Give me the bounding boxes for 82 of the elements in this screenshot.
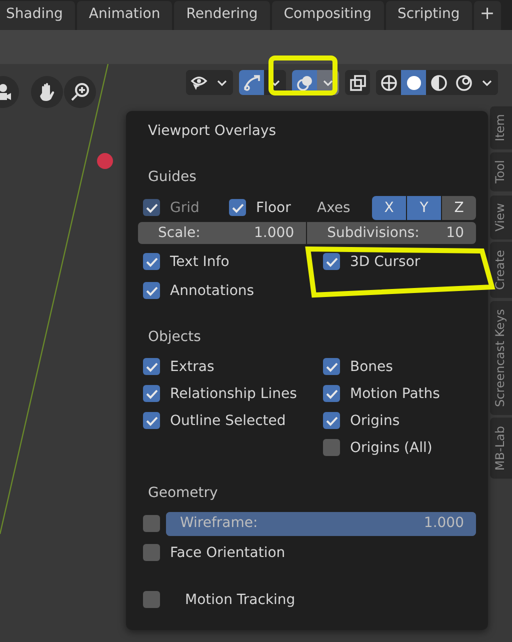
wire-sphere-icon [380, 74, 398, 92]
checkbox-label: 3D Cursor [350, 254, 420, 270]
add-tab-button[interactable]: + [474, 1, 501, 30]
scale-field[interactable]: Scale: 1.000 [138, 222, 306, 244]
sidebar-tab[interactable]: Item [490, 106, 512, 150]
popover-title: Viewport Overlays [147, 123, 278, 141]
check-icon [146, 256, 158, 266]
checkbox[interactable] [229, 199, 246, 216]
checkbox-label: Grid [170, 200, 200, 216]
half-shaded-sphere-icon [430, 74, 448, 92]
sidebar-tab[interactable]: Create [490, 242, 512, 298]
check-icon [146, 202, 158, 212]
check-icon [146, 362, 158, 372]
checkbox-label: Origins [350, 412, 400, 428]
checkbox[interactable] [323, 253, 340, 270]
checkbox[interactable] [323, 358, 340, 375]
checkbox[interactable] [143, 385, 160, 402]
caret-icon [482, 80, 492, 86]
workspace-tab[interactable]: Animation [76, 1, 172, 30]
axis-toggle[interactable]: Y [407, 196, 441, 220]
caret-icon [217, 80, 227, 86]
check-icon [146, 416, 158, 426]
zoom-icon [70, 82, 90, 102]
workspace-tab[interactable]: Compositing [272, 1, 384, 30]
check-icon [326, 388, 338, 398]
checkbox[interactable] [143, 544, 160, 561]
checkbox[interactable] [143, 412, 160, 429]
glossy-sphere-icon [454, 74, 472, 92]
checkbox-label: Outline Selected [170, 412, 286, 428]
checkbox[interactable] [323, 412, 340, 429]
workspace-tab[interactable]: Shading [0, 1, 75, 30]
wireframe-slider[interactable]: Wireframe: 1.000 [166, 512, 476, 536]
check-icon [146, 388, 158, 398]
slider-label: Wireframe: [180, 514, 258, 530]
solid-sphere-icon [404, 74, 422, 92]
checkbox[interactable] [143, 282, 160, 299]
checkbox[interactable] [143, 358, 160, 375]
checkbox[interactable] [323, 385, 340, 402]
overlapping-circles-icon [296, 74, 314, 92]
checkbox-label: Floor [256, 200, 291, 216]
axis-toggle[interactable]: Z [442, 196, 476, 220]
toolbar-button[interactable] [401, 70, 426, 95]
arc-arrow-icon [242, 74, 260, 92]
checkbox-label: Text Info [170, 254, 230, 270]
checkbox-label: Annotations [170, 282, 254, 298]
pan-button[interactable] [31, 76, 63, 108]
axis-dot-icon [97, 153, 113, 169]
checkbox-label: Motion Tracking [185, 592, 296, 608]
check-icon [326, 362, 338, 372]
overlapping-squares-icon [348, 74, 366, 92]
checkbox[interactable] [143, 591, 160, 608]
sidebar-tab[interactable]: MB-Lab [490, 418, 512, 479]
check-icon [326, 416, 338, 426]
checkbox-label: Relationship Lines [170, 386, 297, 402]
caret-icon [323, 80, 333, 86]
sidebar-tab[interactable]: Screencast Keys [490, 301, 512, 415]
checkbox[interactable] [143, 253, 160, 270]
highlight-outline [268, 55, 340, 97]
check-icon [232, 202, 244, 212]
section-heading: Geometry [147, 484, 219, 503]
checkbox-label: Bones [350, 358, 393, 374]
hand-icon [37, 82, 57, 102]
checkbox-label: Origins (All) [350, 440, 432, 456]
checkbox[interactable] [323, 439, 340, 456]
check-icon [146, 286, 158, 296]
axis-toggle[interactable]: X [372, 196, 406, 220]
checkbox[interactable] [143, 515, 160, 532]
zoom-button[interactable] [64, 76, 96, 108]
workspace-tab[interactable]: Rendering [174, 1, 270, 30]
section-heading: Guides [147, 168, 198, 187]
checkbox-label: Face Orientation [170, 544, 286, 560]
eye-icon [190, 74, 208, 90]
sidebar-tab[interactable]: View [490, 194, 512, 240]
sidebar-tab[interactable]: Tool [490, 152, 512, 192]
axes-label: Axes [317, 200, 350, 216]
check-icon [326, 256, 338, 266]
workspace-tab[interactable]: Scripting [386, 1, 472, 30]
checkbox-label: Motion Paths [350, 386, 440, 402]
subdivisions-field[interactable]: Subdivisions: 10 [307, 222, 476, 244]
slider-value: 1.000 [424, 514, 464, 530]
section-heading: Objects [147, 328, 202, 347]
checkbox-label: Extras [170, 358, 214, 374]
